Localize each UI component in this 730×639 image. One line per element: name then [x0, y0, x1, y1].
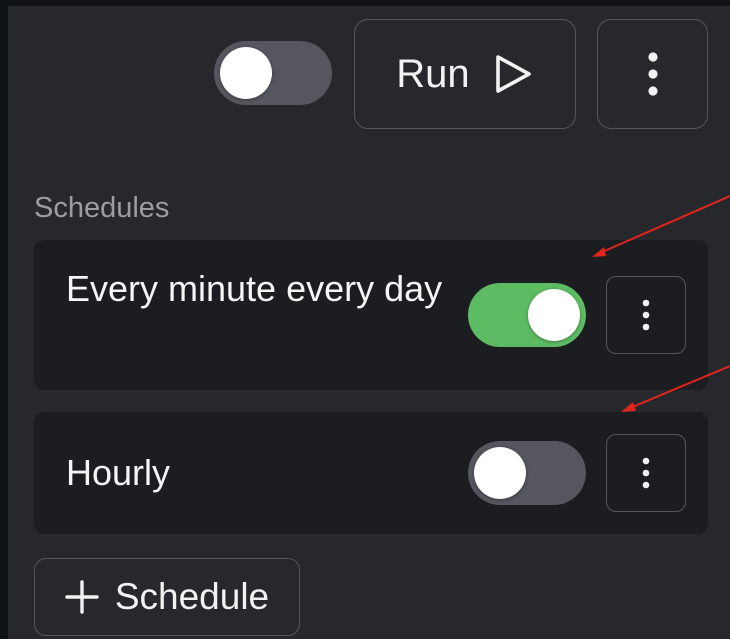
- play-outline-icon: [492, 53, 534, 95]
- schedule-more-button[interactable]: [606, 276, 686, 354]
- job-panel: Run Schedules Every minute every day Hou…: [8, 6, 730, 639]
- schedule-enable-toggle[interactable]: [468, 441, 586, 505]
- toggle-knob: [528, 289, 580, 341]
- schedule-label: Every minute every day: [66, 268, 443, 309]
- vertical-dots-icon: [641, 457, 651, 489]
- schedule-item: Every minute every day: [34, 240, 708, 390]
- toggle-knob: [220, 47, 272, 99]
- schedules-section-title: Schedules: [34, 192, 170, 224]
- schedule-label: Hourly: [66, 452, 171, 493]
- plus-icon: [65, 580, 99, 614]
- job-more-button[interactable]: [597, 19, 708, 129]
- run-label: Run: [396, 51, 470, 96]
- schedule-more-button[interactable]: [606, 434, 686, 512]
- schedule-item: Hourly: [34, 412, 708, 534]
- add-schedule-button[interactable]: Schedule: [34, 558, 300, 636]
- vertical-dots-icon: [641, 299, 651, 331]
- job-enable-toggle[interactable]: [214, 41, 332, 105]
- toggle-knob: [474, 447, 526, 499]
- schedule-enable-toggle[interactable]: [468, 283, 586, 347]
- run-button[interactable]: Run: [354, 19, 576, 129]
- add-schedule-label: Schedule: [114, 576, 270, 617]
- vertical-dots-icon: [647, 51, 659, 97]
